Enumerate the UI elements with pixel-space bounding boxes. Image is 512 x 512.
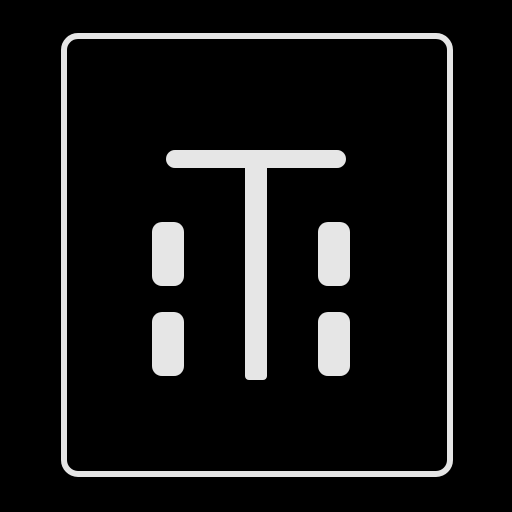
right-marker-bottom [318, 312, 350, 376]
t-stem [245, 150, 267, 380]
right-marker [318, 222, 350, 376]
left-marker [152, 222, 184, 376]
left-marker-top [152, 222, 184, 286]
icon-canvas [0, 0, 512, 512]
left-marker-bottom [152, 312, 184, 376]
text-field-icon [61, 33, 453, 477]
right-marker-top [318, 222, 350, 286]
